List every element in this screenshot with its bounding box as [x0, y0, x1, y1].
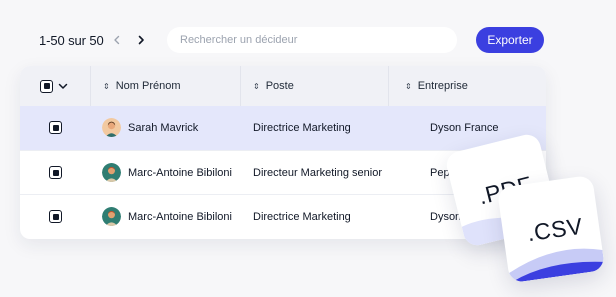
sort-icon: ⇕: [253, 81, 260, 91]
row-checkbox[interactable]: [49, 210, 62, 223]
select-all-header[interactable]: [20, 66, 90, 106]
search-bar[interactable]: [167, 27, 457, 53]
column-header-nom[interactable]: ⇕ Nom Prénom: [90, 66, 240, 106]
next-page-button[interactable]: [130, 29, 152, 51]
row-checkbox[interactable]: [49, 166, 62, 179]
avatar: [102, 163, 121, 182]
contact-name: Marc-Antoine Bibiloni: [128, 211, 232, 223]
pagination-text: 1-50 sur 50: [39, 33, 104, 48]
search-input[interactable]: [180, 34, 457, 46]
previous-page-button[interactable]: [106, 29, 128, 51]
column-header-label: Entreprise: [417, 80, 468, 92]
contact-position: Directeur Marketing senior: [253, 167, 382, 179]
table-row[interactable]: Sarah Mavrick Directrice Marketing Dyson…: [20, 106, 546, 150]
column-header-label: Nom Prénom: [115, 80, 181, 92]
sort-icon: ⇕: [103, 81, 110, 91]
contact-position: Directrice Marketing: [253, 122, 351, 134]
column-header-label: Poste: [265, 80, 294, 92]
contact-name: Sarah Mavrick: [128, 122, 199, 134]
avatar: [102, 118, 121, 137]
chevron-right-icon: [138, 35, 144, 45]
table-header: ⇕ Nom Prénom ⇕ Poste ⇕ Entreprise: [20, 66, 546, 106]
chevron-down-icon[interactable]: [58, 81, 68, 91]
contact-name: Marc-Antoine Bibiloni: [128, 167, 232, 179]
row-checkbox[interactable]: [49, 121, 62, 134]
contact-position: Directrice Marketing: [253, 211, 351, 223]
avatar: [102, 207, 121, 226]
sort-icon: ⇕: [405, 81, 412, 91]
column-header-entreprise[interactable]: ⇕ Entreprise: [388, 66, 546, 106]
chevron-left-icon: [114, 35, 120, 45]
column-header-poste[interactable]: ⇕ Poste: [240, 66, 388, 106]
export-button[interactable]: Exporter: [476, 27, 544, 53]
select-all-checkbox[interactable]: [40, 79, 53, 93]
csv-file-icon: .CSV: [496, 174, 606, 284]
wave-decoration: [508, 248, 606, 284]
